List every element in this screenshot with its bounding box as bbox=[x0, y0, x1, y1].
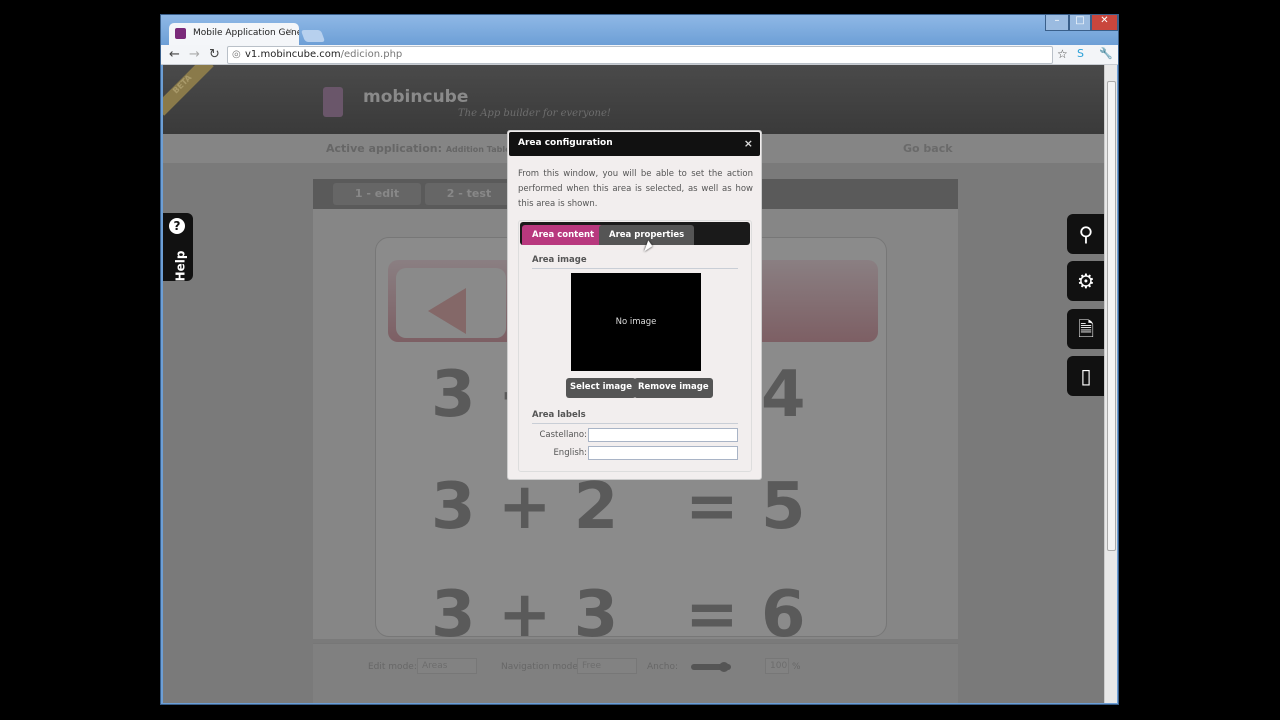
castellano-label: Castellano: bbox=[539, 430, 587, 440]
new-tab-button[interactable] bbox=[300, 30, 326, 42]
left-arrow-icon bbox=[428, 288, 466, 334]
skype-icon[interactable]: S bbox=[1077, 47, 1084, 60]
scrollbar-thumb[interactable] bbox=[1107, 81, 1116, 551]
slider-handle[interactable] bbox=[719, 662, 729, 672]
dialog-tabs: Area content Area properties bbox=[520, 222, 750, 245]
edit-mode-value: Areas bbox=[422, 661, 448, 671]
dialog-description: From this window, you will be able to se… bbox=[518, 169, 753, 209]
navigation-mode-value: Free bbox=[582, 661, 602, 671]
close-icon[interactable]: × bbox=[744, 137, 753, 150]
width-unit: % bbox=[792, 662, 801, 672]
editor-options-bar: Edit mode: Areas Navigation mode: Free A… bbox=[313, 643, 958, 703]
tab-close-icon[interactable]: × bbox=[285, 27, 293, 37]
equation: 3 + 3 = 6 bbox=[431, 578, 806, 652]
document-settings-icon: 🗎 bbox=[1077, 317, 1095, 341]
remove-image-button[interactable]: Remove image bbox=[634, 378, 713, 398]
width-slider[interactable] bbox=[691, 662, 731, 672]
settings-button[interactable]: ⚙ bbox=[1067, 261, 1104, 301]
logo: mobincube bbox=[363, 87, 469, 107]
hierarchy-icon: ⚲ bbox=[1078, 222, 1094, 246]
width-label: Ancho: bbox=[647, 662, 679, 672]
width-input[interactable]: 100 bbox=[765, 658, 789, 674]
beta-ribbon: BETA bbox=[163, 65, 214, 116]
area-configuration-dialog: Area configuration × From this window, y… bbox=[507, 130, 762, 480]
address-bar[interactable]: ◎ v1.mobincube.com/edicion.php bbox=[227, 46, 1053, 64]
help-label: Help bbox=[173, 250, 188, 282]
equation: 3 + 2 = 5 bbox=[431, 470, 806, 544]
forward-icon[interactable]: → bbox=[189, 47, 200, 62]
active-label: Active application: bbox=[326, 142, 442, 155]
bookmark-star-icon[interactable]: ☆ bbox=[1057, 47, 1068, 61]
edit-mode-select[interactable]: Areas bbox=[417, 658, 477, 674]
edit-mode-label: Edit mode: bbox=[368, 662, 417, 672]
reload-icon[interactable]: ↻ bbox=[209, 47, 220, 62]
area-labels-heading: Area labels bbox=[532, 410, 738, 424]
tab-title: Mobile Application Genera bbox=[193, 28, 299, 38]
image-preview: No image bbox=[571, 273, 701, 371]
active-application: Active application: Addition Tables bbox=[326, 142, 515, 155]
tab-edit[interactable]: 1 - edit bbox=[333, 183, 421, 205]
minimize-button[interactable]: – bbox=[1045, 15, 1069, 31]
mobile-preview-button[interactable]: ▯ bbox=[1067, 356, 1104, 396]
wrench-icon[interactable]: 🔧 bbox=[1099, 47, 1113, 60]
mobile-preview-icon: ▯ bbox=[1080, 364, 1092, 388]
castellano-input[interactable] bbox=[588, 428, 738, 442]
gears-icon: ⚙ bbox=[1077, 269, 1095, 293]
browser-tab[interactable]: Mobile Application Genera × bbox=[169, 23, 299, 45]
page-scrollbar[interactable] bbox=[1104, 65, 1117, 703]
tagline: The App builder for everyone! bbox=[458, 108, 611, 119]
dialog-panel: Area content Area properties Area image … bbox=[518, 220, 752, 472]
back-icon[interactable]: ← bbox=[169, 47, 180, 62]
dialog-title: Area configuration bbox=[518, 138, 613, 148]
back-area[interactable] bbox=[396, 268, 506, 338]
browser-toolbar: ← → ↻ ◎ v1.mobincube.com/edicion.php ☆ S… bbox=[161, 45, 1118, 65]
title-bar: Mobile Application Genera × – □ ✕ bbox=[161, 15, 1118, 45]
english-label: English: bbox=[553, 448, 587, 458]
url-host: v1.mobincube.com bbox=[245, 49, 341, 60]
dialog-header: Area configuration × bbox=[509, 132, 760, 156]
maximize-button[interactable]: □ bbox=[1069, 15, 1091, 31]
tab-test[interactable]: 2 - test bbox=[425, 183, 513, 205]
globe-icon: ◎ bbox=[232, 49, 241, 60]
help-tab[interactable]: ? Help bbox=[163, 213, 193, 281]
tab-area-content[interactable]: Area content bbox=[522, 225, 605, 245]
site-header: BETA mobincube The App builder for every… bbox=[163, 65, 1104, 134]
close-window-button[interactable]: ✕ bbox=[1091, 15, 1118, 31]
navigation-mode-select[interactable]: Free bbox=[577, 658, 637, 674]
logo-icon bbox=[323, 87, 343, 117]
hierarchy-button[interactable]: ⚲ bbox=[1067, 214, 1104, 254]
url-path: /edicion.php bbox=[340, 49, 403, 60]
select-image-button[interactable]: Select image bbox=[566, 378, 636, 398]
document-settings-button[interactable]: 🗎 bbox=[1067, 309, 1104, 349]
width-value: 100 bbox=[770, 661, 788, 671]
go-back-button[interactable]: Go back bbox=[903, 142, 953, 155]
question-icon: ? bbox=[169, 218, 185, 234]
favicon-icon bbox=[175, 28, 186, 39]
active-app-name: Addition Tables bbox=[445, 145, 516, 154]
area-image-heading: Area image bbox=[532, 255, 738, 269]
english-input[interactable] bbox=[588, 446, 738, 460]
navigation-mode-label: Navigation mode: bbox=[501, 662, 581, 672]
